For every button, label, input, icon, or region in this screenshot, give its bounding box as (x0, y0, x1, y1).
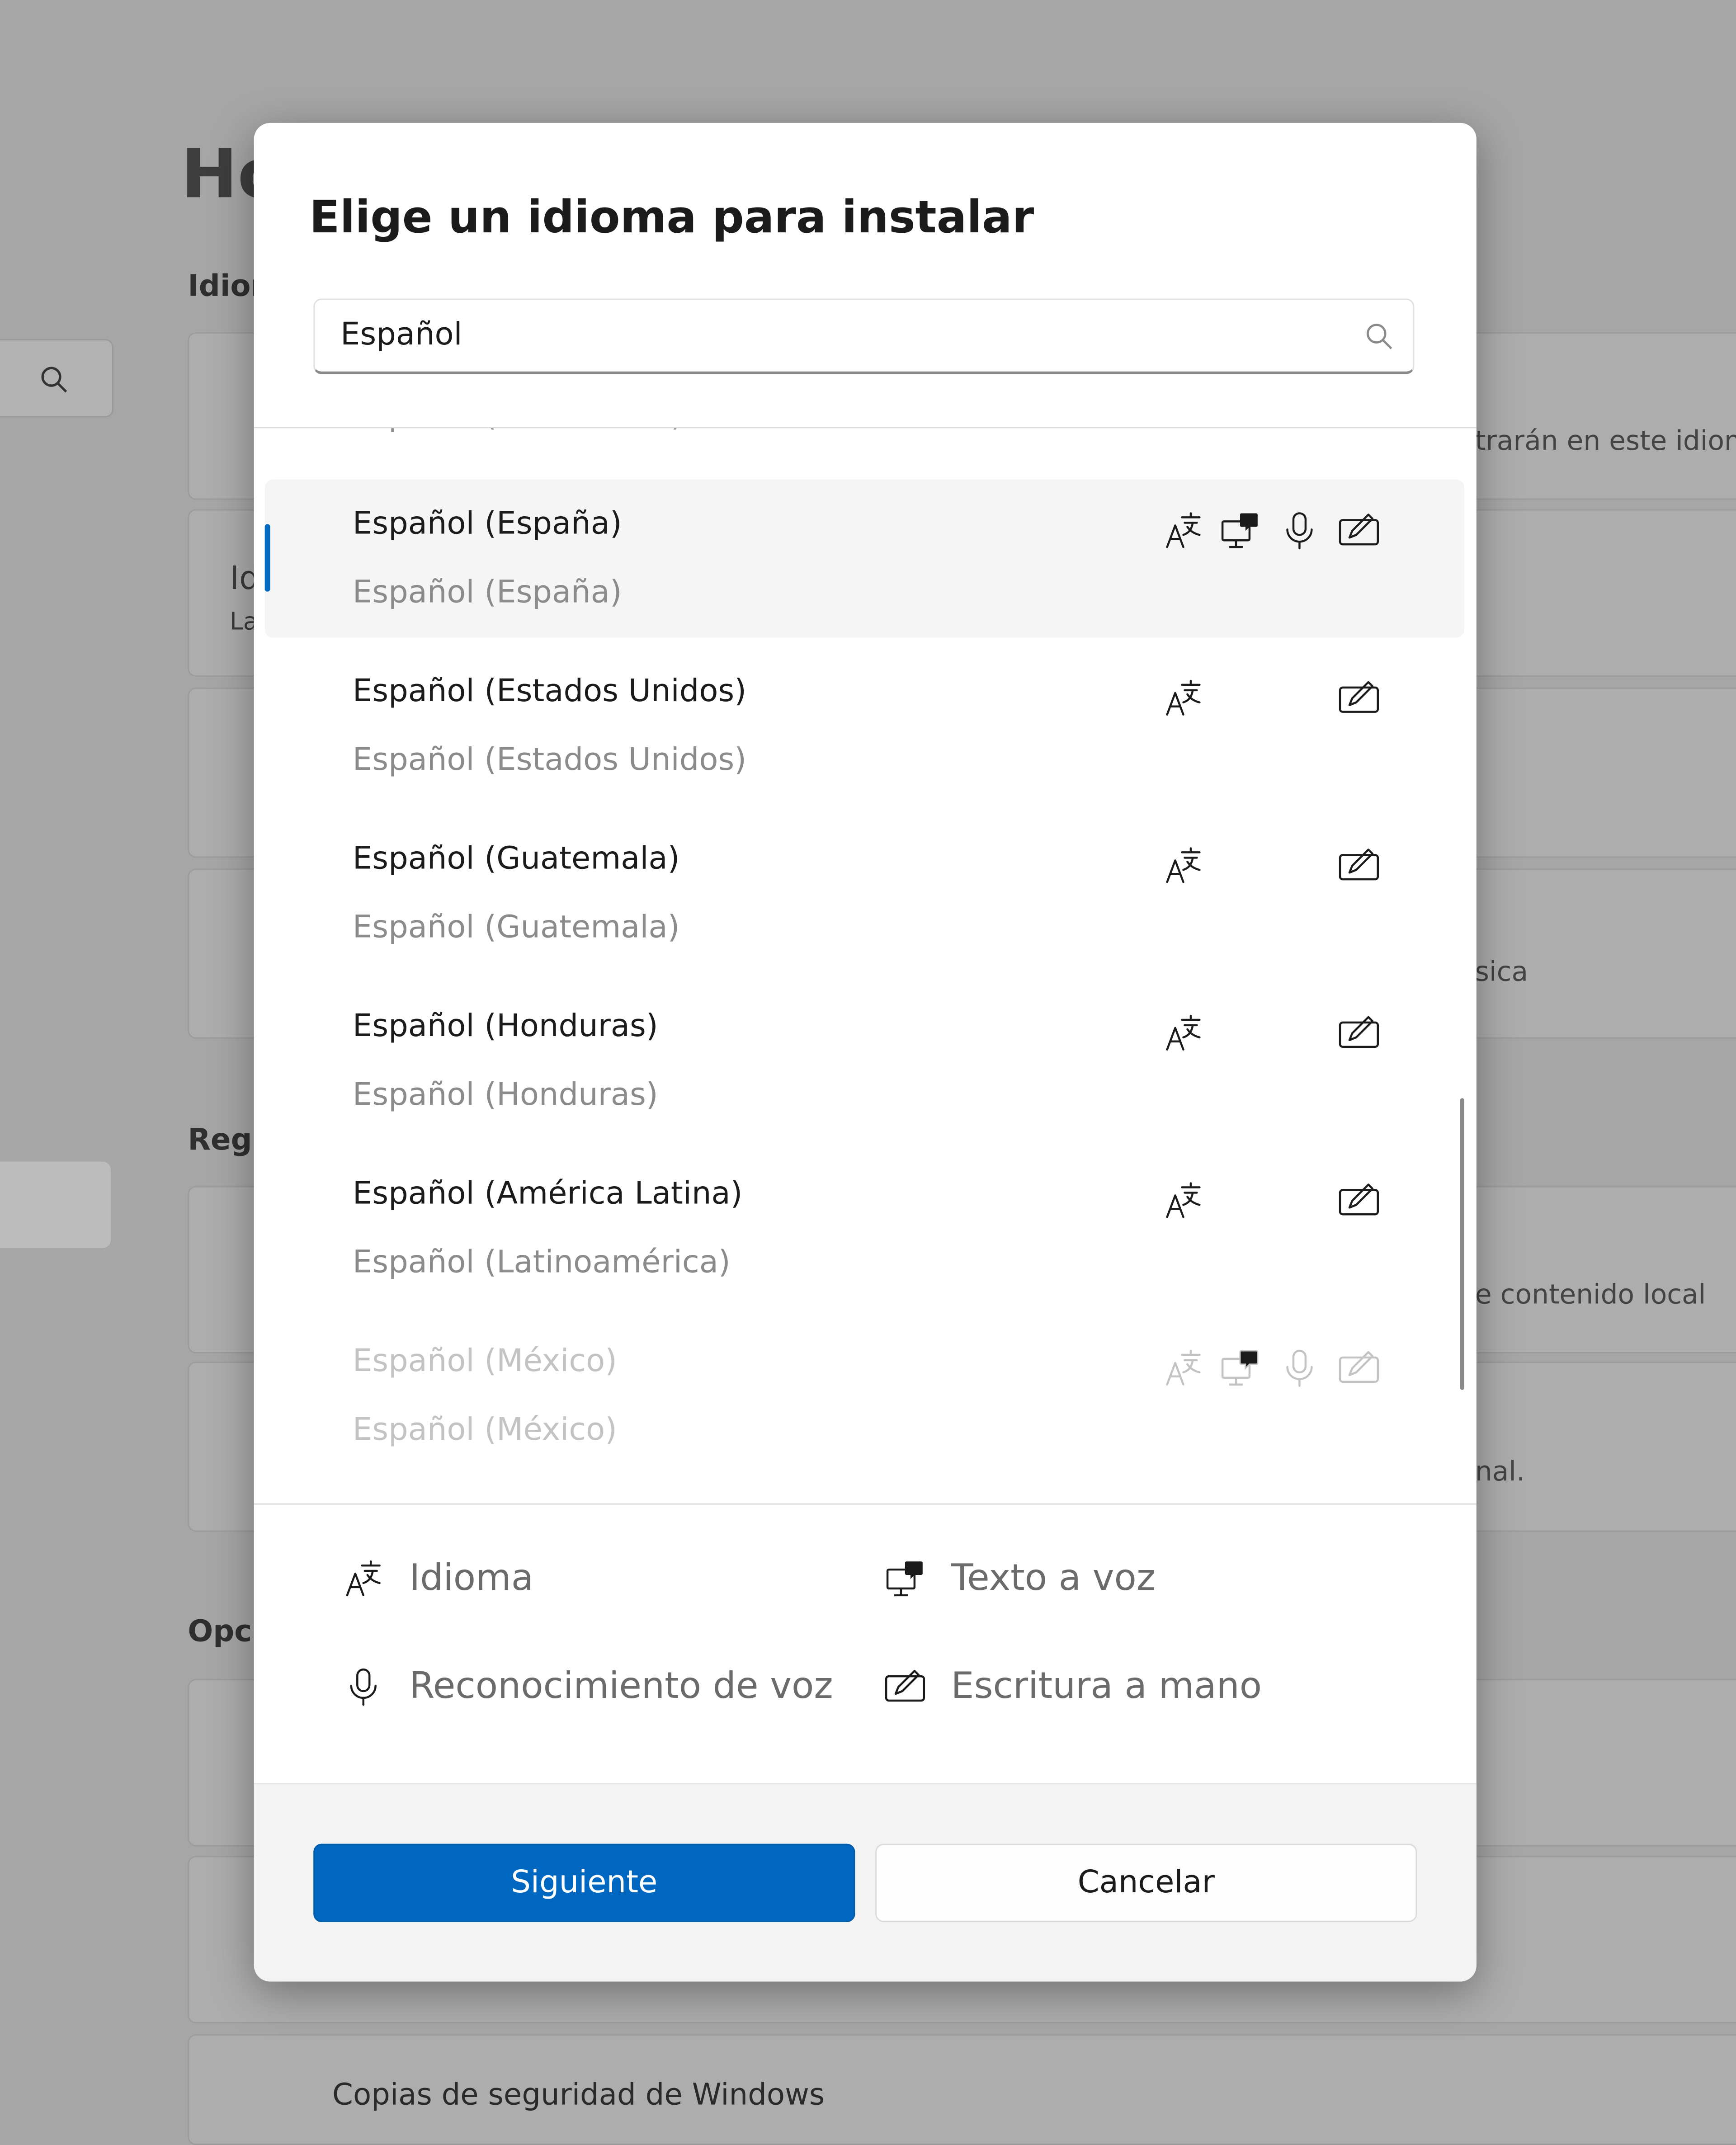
microphone-icon (342, 1665, 385, 1709)
microphone-icon (1278, 1347, 1321, 1390)
settings-search-box[interactable] (0, 339, 113, 418)
selection-indicator (264, 524, 270, 592)
language-name: Español (Honduras) (352, 1009, 658, 1044)
language-name: Español (América Latina) (352, 1176, 743, 1212)
language-native-name: Español (Honduras) (352, 1078, 658, 1113)
divider (254, 1503, 1477, 1505)
dialog-footer: Siguiente Cancelar (254, 1783, 1477, 1982)
language-native-name: Español (Estados Unidos) (352, 743, 747, 778)
language-list-item[interactable]: Español (Estados Unidos) Español (Estados… (265, 647, 1464, 805)
language-name: Español (México) (352, 1344, 618, 1379)
language-list-item[interactable]: Español (España) Español (España) (264, 479, 1464, 638)
section-heading-options: Opci (188, 1615, 262, 1650)
text-to-speech-icon (1218, 1347, 1262, 1390)
handwriting-icon (1337, 509, 1381, 552)
text-to-speech-icon (1218, 509, 1262, 552)
language-list-item[interactable]: Español (Guatemala) Español (Guatemala) (265, 815, 1464, 973)
language-list-item[interactable]: Español (Honduras) Español (Honduras) (265, 982, 1464, 1140)
language-search-input[interactable]: Español (313, 298, 1415, 374)
section-heading-region: Regi (188, 1124, 263, 1158)
language-name: Español (España) (352, 506, 622, 542)
dialog-title: Elige un idioma para instalar (309, 190, 1034, 243)
language-pack-icon (1162, 677, 1205, 720)
language-native-name: Español (México) (352, 1413, 618, 1448)
language-list[interactable]: Español (El Salvador) Español (España)Es… (254, 428, 1477, 1503)
language-list-item[interactable]: Español (México) Español (México) (265, 1317, 1464, 1475)
language-native-name: Español (Guatemala) (352, 910, 680, 946)
handwriting-icon (1337, 844, 1381, 888)
language-native-name: Español (Latinoamérica) (352, 1245, 731, 1281)
handwriting-icon (1337, 677, 1381, 720)
language-name: Español (Estados Unidos) (352, 674, 747, 709)
language-pack-icon (1162, 1347, 1205, 1390)
scrollbar[interactable] (1460, 1098, 1464, 1390)
language-pack-icon (1162, 844, 1205, 888)
language-pack-icon (342, 1557, 385, 1601)
search-icon (41, 367, 67, 393)
install-language-dialog: Elige un idioma para instalar Español Es… (254, 123, 1477, 1982)
settings-card-backup[interactable]: Copias de seguridad de Windows (188, 2034, 1736, 2145)
handwriting-icon (883, 1665, 927, 1709)
microphone-icon (1278, 509, 1321, 552)
text-to-speech-icon (883, 1557, 927, 1601)
nav-item-selected[interactable] (0, 1161, 111, 1248)
language-pack-icon (1162, 1179, 1205, 1223)
list-item-partial[interactable]: Español (El Salvador) (353, 428, 683, 434)
next-button[interactable]: Siguiente (313, 1843, 855, 1922)
handwriting-icon (1337, 1012, 1381, 1055)
language-name: Español (Guatemala) (352, 841, 680, 877)
cancel-button[interactable]: Cancelar (875, 1843, 1417, 1922)
language-list-item[interactable]: Español (América Latina) Español (Latinoa… (265, 1150, 1464, 1308)
search-input-value[interactable]: Español (340, 317, 462, 353)
search-icon[interactable] (1364, 321, 1394, 351)
language-native-name: Español (España) (352, 575, 622, 611)
handwriting-icon (1337, 1347, 1381, 1390)
language-pack-icon (1162, 509, 1205, 552)
handwriting-icon (1337, 1179, 1381, 1223)
language-pack-icon (1162, 1012, 1205, 1055)
